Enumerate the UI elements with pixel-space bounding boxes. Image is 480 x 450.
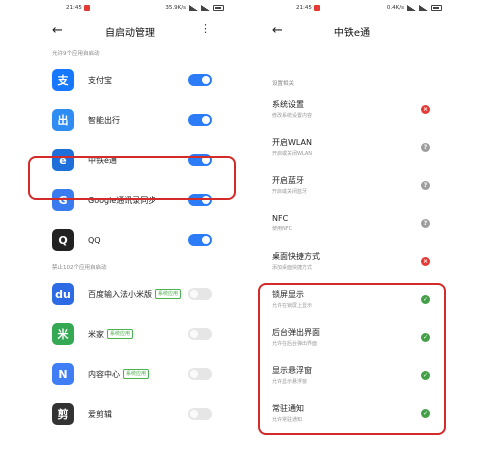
app-header: ← 中铁e通: [256, 16, 448, 46]
autostart-toggle[interactable]: [188, 114, 212, 126]
permission-row[interactable]: 桌面快捷方式 添加桌面快捷方式 ×: [256, 242, 448, 280]
autostart-toggle[interactable]: [188, 328, 212, 340]
content-center-icon: N: [52, 363, 74, 385]
app-name-text: 内容中心: [88, 369, 120, 379]
permission-row[interactable]: 开启蓝牙开启或关闭蓝牙?: [256, 166, 448, 204]
qq-icon: Q: [52, 229, 74, 251]
page-title: 中铁e通: [333, 27, 371, 39]
system-app-badge: 系统应用: [155, 289, 182, 299]
highlight-etong-row: [28, 156, 236, 200]
autostart-toggle[interactable]: [188, 234, 212, 246]
app-name-text: 百度输入法小米版: [88, 289, 152, 299]
signal-icon-2: [201, 5, 210, 11]
app-name-label: 爱剪辑: [88, 409, 112, 420]
app-row[interactable]: 剪 爱剪辑: [30, 394, 230, 434]
signal-icon-2: [419, 5, 428, 11]
autostart-toggle[interactable]: [188, 288, 212, 300]
permission-deny-icon[interactable]: ×: [421, 256, 430, 266]
permission-row[interactable]: 开启WLAN 开启或关闭WLAN?: [256, 128, 448, 166]
permission-subtitle: 开启或关闭蓝牙: [272, 189, 308, 195]
blocked-app-list: du 百度输入法小米版 系统应用米米家 系统应用 N 内容中心 系统应用剪爱剪辑: [30, 274, 230, 434]
alipay-icon: 支: [52, 69, 74, 91]
mijia-icon: 米: [52, 323, 74, 345]
network-speed: 0.4K/s: [386, 5, 404, 11]
app-name-label: QQ: [88, 236, 101, 245]
app-header: ← 自启动管理 ⋮: [30, 16, 230, 46]
app-name-text: 爱剪辑: [88, 409, 112, 419]
permission-subtitle: 添加桌面快捷方式: [272, 265, 313, 271]
app-name-label: 内容中心 系统应用: [88, 369, 150, 380]
permission-texts: NFC 使用NFC: [272, 214, 292, 232]
signal-icon: [407, 5, 416, 11]
permission-subtitle: 开启或关闭WLAN: [272, 151, 313, 157]
notification-icon: [313, 5, 320, 11]
section-allowed-label: 允许9个应用自启动: [52, 51, 100, 57]
permission-texts: 开启WLAN 开启或关闭WLAN: [272, 137, 312, 157]
permission-ask-icon[interactable]: ?: [421, 180, 430, 190]
permission-title: 开启WLAN: [272, 138, 313, 147]
app-name-text: QQ: [88, 235, 101, 245]
system-app-badge: 系统应用: [123, 369, 150, 379]
permission-title: 开启蓝牙: [272, 176, 304, 185]
aijianji-icon: 剪: [52, 403, 74, 425]
app-row[interactable]: 出 智能出行: [30, 100, 230, 140]
highlight-allowed-permissions: [258, 283, 446, 435]
status-time: 21:45: [66, 5, 82, 11]
permission-subtitle: 修改系统设置内容: [272, 113, 313, 119]
autostart-toggle[interactable]: [188, 74, 212, 86]
autostart-toggle[interactable]: [188, 368, 212, 380]
network-speed: 35.9K/s: [165, 5, 186, 11]
app-row[interactable]: Q QQ: [30, 220, 230, 260]
permission-ask-icon[interactable]: ?: [421, 142, 430, 152]
permission-subtitle: 使用NFC: [272, 226, 293, 232]
app-row[interactable]: N 内容中心 系统应用: [30, 354, 230, 394]
status-time: 21:45: [296, 5, 312, 11]
app-name-text: 智能出行: [88, 115, 120, 125]
app-name-label: 米家 系统应用: [88, 329, 134, 340]
section-settings-label: 设置相关: [272, 81, 295, 87]
permission-deny-icon[interactable]: ×: [421, 104, 430, 114]
battery-icon: [431, 5, 442, 11]
back-arrow-icon[interactable]: ←: [272, 23, 283, 38]
app-row[interactable]: du 百度输入法小米版 系统应用: [30, 274, 230, 314]
app-name-label: 百度输入法小米版 系统应用: [88, 289, 182, 300]
app-row[interactable]: 支 支付宝: [30, 60, 230, 100]
permission-title: 桌面快捷方式: [272, 252, 320, 261]
permission-texts: 系统设置修改系统设置内容: [272, 99, 312, 119]
permission-texts: 桌面快捷方式 添加桌面快捷方式: [272, 251, 320, 271]
battery-icon: [213, 5, 224, 11]
autostart-toggle[interactable]: [188, 408, 212, 420]
status-bar: 21:45 0.4K/s: [256, 0, 448, 16]
system-app-badge: 系统应用: [107, 329, 134, 339]
smart-travel-icon: 出: [52, 109, 74, 131]
baidu-ime-icon: du: [52, 283, 74, 305]
app-name-label: 支付宝: [88, 75, 112, 86]
section-blocked-label: 禁止102个应用自启动: [52, 265, 107, 271]
back-arrow-icon[interactable]: ←: [52, 23, 63, 38]
notification-icon: [83, 5, 90, 11]
signal-icon: [189, 5, 198, 11]
permission-row[interactable]: NFC 使用NFC?: [256, 204, 448, 242]
app-name-text: 支付宝: [88, 75, 112, 85]
permission-title: 系统设置: [272, 100, 304, 109]
permission-title: NFC: [272, 214, 289, 223]
permission-ask-icon[interactable]: ?: [421, 218, 430, 228]
permission-row[interactable]: 系统设置修改系统设置内容 ×: [256, 90, 448, 128]
app-name-label: 智能出行: [88, 115, 120, 126]
permission-texts: 开启蓝牙开启或关闭蓝牙: [272, 175, 307, 195]
app-name-text: 米家: [88, 329, 104, 339]
status-bar: 21:45 35.9K/s: [30, 0, 230, 16]
app-row[interactable]: 米 米家 系统应用: [30, 314, 230, 354]
autostart-screen: 21:45 35.9K/s ← 自启动管理 ⋮ 允许9个应用自启动 支 支付宝出 智…: [30, 0, 230, 450]
more-options-icon[interactable]: ⋮: [200, 22, 211, 35]
